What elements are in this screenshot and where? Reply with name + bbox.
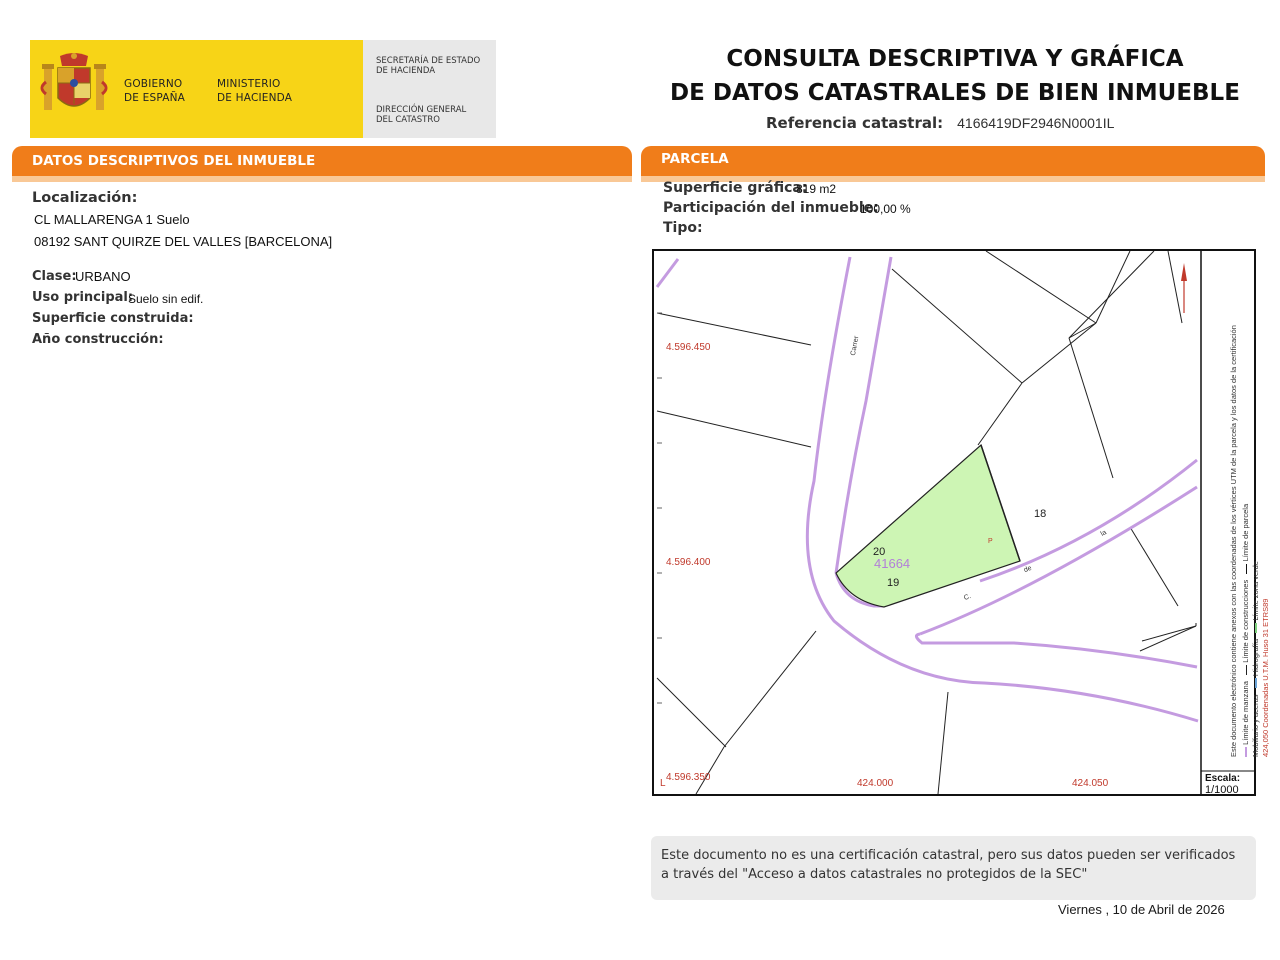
address-line2: 08192 SANT QUIRZE DEL VALLES [BARCELONA] <box>34 234 333 249</box>
legend-swatch-construcciones <box>1245 664 1247 675</box>
document-title: CONSULTA DESCRIPTIVA Y GRÁFICA DE DATOS … <box>640 42 1270 110</box>
map-drawing <box>655 251 1254 794</box>
ministry-line1: MINISTERIO <box>217 78 281 90</box>
scale-value: 1/1000 <box>1205 784 1239 796</box>
legend-manzana: Límite de manzana <box>1241 681 1250 745</box>
parcel-shape[interactable] <box>835 443 1021 608</box>
legend-row-2: Mobiliario y aceras Hidrografía Límite z… <box>1251 277 1261 757</box>
uso-label: Uso principal: <box>32 290 134 305</box>
scale-label: Escala: <box>1205 773 1241 784</box>
y-label-3: 4.596.350 <box>666 772 711 783</box>
north-arrow-icon <box>1181 263 1187 313</box>
address-line1: CL MALLARENGA 1 Suelo <box>34 212 190 227</box>
document-date: Viernes , 10 de Abril de 2026 <box>1058 902 1225 917</box>
legend-swatch-zona-verde <box>1255 622 1258 633</box>
parcel-marker: P <box>988 538 993 545</box>
tipo-label: Tipo: <box>663 220 703 236</box>
descriptive-data-title: DATOS DESCRIPTIVOS DEL INMUEBLE <box>32 153 316 169</box>
notice-text: Este documento no es una certificación c… <box>661 848 1236 882</box>
title-line2: DE DATOS CATASTRALES DE BIEN INMUEBLE <box>670 80 1240 106</box>
corner-label: L <box>660 778 666 789</box>
ministry-line2: DE HACIENDA <box>217 92 293 104</box>
parcela-bar: PARCELA <box>641 146 1265 176</box>
participacion-label: Participación del inmueble: <box>663 200 879 216</box>
ref-label: Referencia catastral: <box>766 114 944 132</box>
clase-label: Clase: <box>32 269 77 284</box>
gov-line2: DE ESPAÑA <box>124 92 186 104</box>
y-label-2: 4.596.400 <box>666 557 711 568</box>
legend-hidrografia: Hidrografía <box>1251 639 1260 677</box>
legend-parcela: Límite de parcela <box>1241 503 1250 562</box>
parcela-title: PARCELA <box>661 151 729 167</box>
descriptive-bar-underline <box>12 176 632 182</box>
legend-zona-verde: Límite zona verde <box>1251 561 1260 621</box>
x-label-2: 424.050 <box>1072 778 1109 789</box>
direccion-line2: DEL CATASTRO <box>376 115 440 125</box>
lot-number-19: 19 <box>887 577 900 589</box>
cadastral-map: 4.596.450 4.596.400 4.596.350 424.000 42… <box>652 249 1270 796</box>
y-label-1: 4.596.450 <box>666 342 711 353</box>
legend-swatch-hidrografia <box>1255 678 1258 689</box>
clase-value: URBANO <box>75 269 131 284</box>
localizacion-label: Localización: <box>32 190 138 206</box>
coat-of-arms-icon <box>40 53 108 110</box>
legend-coord-note: 424,050 Coordenadas U.T.M. Huso 31 ETRS8… <box>1261 598 1270 757</box>
superficie-grafica-value: 819 m2 <box>796 182 837 196</box>
secretaria-line1: SECRETARÍA DE ESTADO <box>376 56 481 66</box>
parcel-number: 41664 <box>874 556 911 571</box>
uso-value: Suelo sin edif. <box>128 292 204 306</box>
left-ticks <box>657 312 662 704</box>
legend-construcciones: Límite de construcciones <box>1241 579 1250 663</box>
legend-swatch-manzana <box>1245 747 1248 757</box>
street-lines <box>655 256 1199 723</box>
superficie-grafica-label: Superficie gráfica: <box>663 180 808 196</box>
legend-row: Límite de manzana Límite de construccion… <box>1241 277 1251 757</box>
superficie-construida-label: Superficie construida: <box>32 311 194 326</box>
legend-swatch-parcela <box>1245 563 1247 574</box>
x-label-1: 424.000 <box>857 778 894 789</box>
gov-line1: GOBIERNO <box>124 78 183 90</box>
ref-value: 4166419DF2946N0001IL <box>957 115 1115 131</box>
direccion-line1: DIRECCIÓN GENERAL <box>376 105 467 115</box>
lot-number-18: 18 <box>1034 508 1047 520</box>
title-line1: CONSULTA DESCRIPTIVA Y GRÁFICA <box>726 46 1184 72</box>
map-legend: Este documento electrónico contiene anex… <box>1229 277 1271 757</box>
legend-doc-note: Este documento electrónico contiene anex… <box>1229 325 1238 757</box>
government-logo-block: GOBIERNO DE ESPAÑA MINISTERIO DE HACIEND… <box>30 40 363 138</box>
secretaria-line2: DE HACIENDA <box>376 66 436 76</box>
descriptive-data-bar: DATOS DESCRIPTIVOS DEL INMUEBLE <box>12 146 632 176</box>
cadastral-reference: Referencia catastral: 4166419DF2946N0001I… <box>766 114 1114 132</box>
anio-construccion-label: Año construcción: <box>32 332 164 347</box>
participacion-value: 100,00 % <box>860 202 911 216</box>
agency-block: SECRETARÍA DE ESTADO DE HACIENDA DIRECCI… <box>363 40 496 138</box>
legend-mobiliario: Mobiliario y aceras <box>1251 694 1260 757</box>
verification-notice: Este documento no es una certificación c… <box>651 836 1256 900</box>
